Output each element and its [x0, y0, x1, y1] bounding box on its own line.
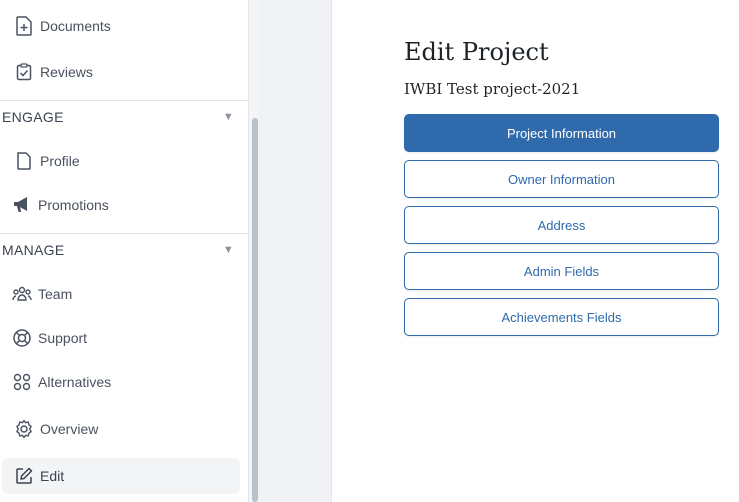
project-name: IWBI Test project-2021	[404, 80, 581, 98]
sidebar-scrollbar-thumb[interactable]	[252, 118, 258, 502]
sidebar-item-team[interactable]: Team	[12, 276, 240, 312]
sidebar-item-support[interactable]: Support	[12, 320, 240, 356]
clipboard-check-icon	[14, 62, 34, 82]
grid-icon	[12, 372, 32, 392]
sidebar-item-profile[interactable]: Profile	[14, 143, 240, 179]
engage-section-header[interactable]: ENGAGE ▼	[0, 100, 248, 134]
chevron-down-icon: ▼	[222, 111, 234, 123]
manage-section-header[interactable]: MANAGE ▼	[0, 233, 248, 267]
project-information-button[interactable]: Project Information	[404, 114, 719, 152]
sidebar-item-overview[interactable]: Overview	[14, 411, 240, 447]
address-button[interactable]: Address	[404, 206, 719, 244]
sidebar-item-alternatives[interactable]: Alternatives	[12, 364, 240, 400]
megaphone-icon	[12, 195, 32, 215]
section-title: MANAGE	[2, 242, 65, 258]
sidebar-item-documents[interactable]: Documents	[14, 8, 240, 44]
sidebar-item-label: Support	[38, 330, 88, 346]
sidebar-item-label: Documents	[40, 18, 111, 34]
owner-information-button[interactable]: Owner Information	[404, 160, 719, 198]
sidebar-item-edit[interactable]: Edit	[2, 458, 240, 494]
document-add-icon	[14, 16, 34, 36]
page-title: Edit Project	[404, 38, 549, 66]
chevron-down-icon: ▼	[222, 244, 234, 256]
sidebar-item-label: Promotions	[38, 197, 109, 213]
sidebar-item-label: Edit	[40, 468, 65, 484]
team-icon	[12, 284, 32, 304]
sidebar-item-label: Overview	[40, 421, 99, 437]
edit-icon	[14, 466, 34, 486]
sidebar-item-label: Team	[38, 286, 73, 302]
sidebar-item-label: Profile	[40, 153, 80, 169]
lifebuoy-icon	[12, 328, 32, 348]
sidebar-item-promotions[interactable]: Promotions	[12, 187, 240, 223]
gear-icon	[14, 419, 34, 439]
sidebar: Documents Reviews ENGAGE ▼ Profile Promo…	[0, 0, 249, 502]
main-content: Edit Project IWBI Test project-2021 Proj…	[332, 0, 739, 502]
admin-fields-button[interactable]: Admin Fields	[404, 252, 719, 290]
sidebar-item-label: Reviews	[40, 64, 93, 80]
sidebar-item-reviews[interactable]: Reviews	[14, 54, 240, 90]
content-gutter	[259, 0, 332, 502]
file-icon	[14, 151, 34, 171]
achievements-fields-button[interactable]: Achievements Fields	[404, 298, 719, 336]
sidebar-item-label: Alternatives	[38, 374, 112, 390]
section-title: ENGAGE	[2, 109, 64, 125]
